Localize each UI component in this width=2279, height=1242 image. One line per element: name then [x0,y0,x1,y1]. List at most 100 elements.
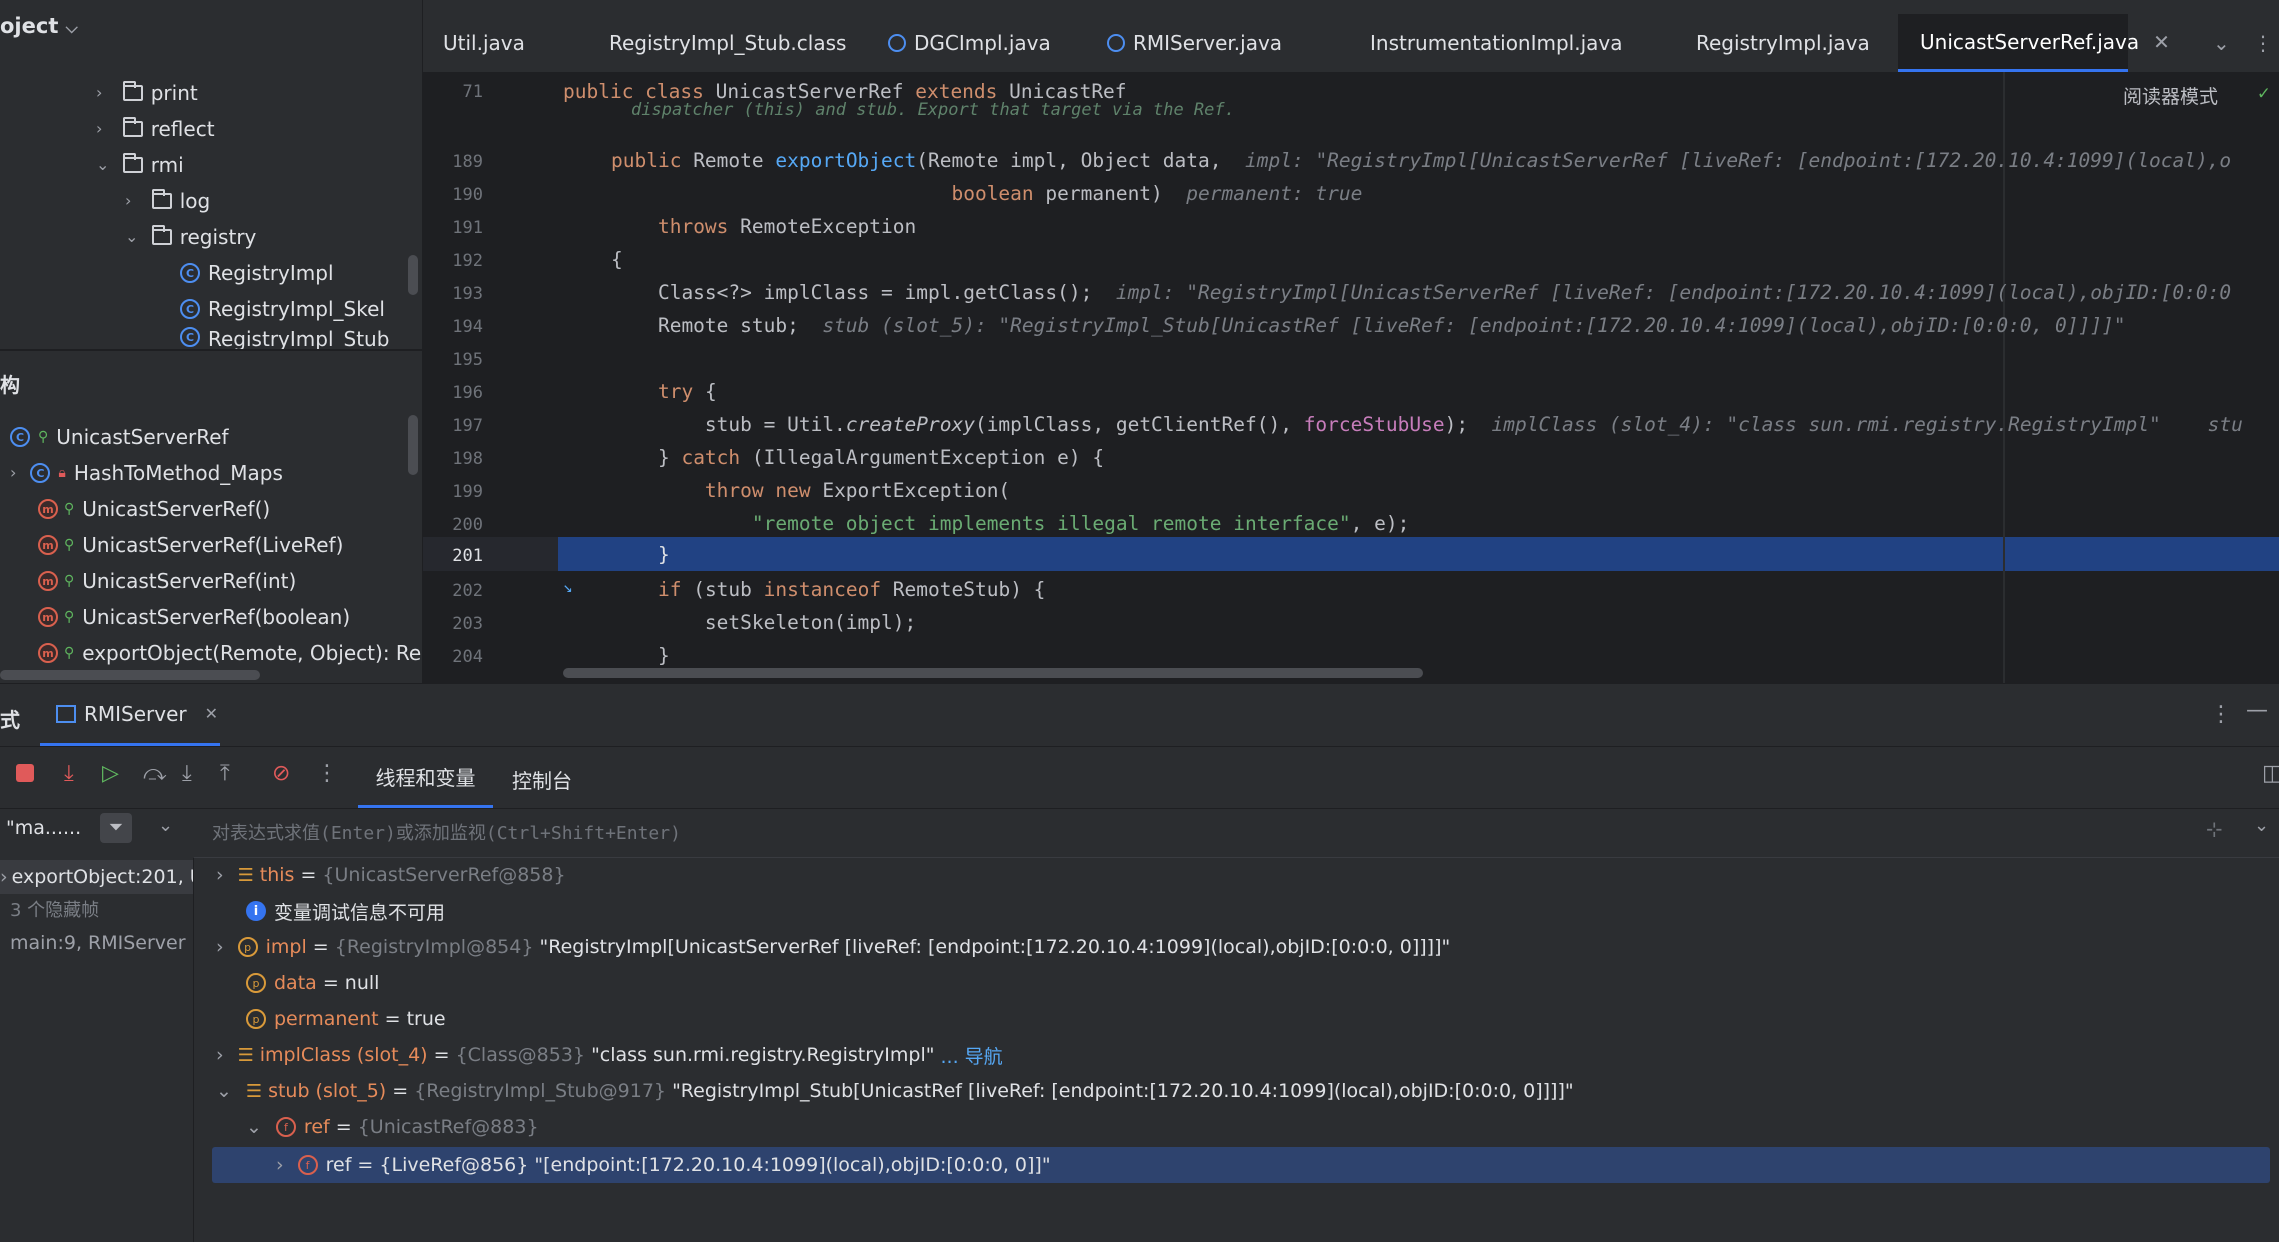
structure-item-method[interactable]: m ⚲ UnicastServerRef(int) [38,563,296,599]
frame-item[interactable]: main:9, RMIServer ( [10,932,193,954]
close-icon[interactable]: ✕ [2153,30,2170,54]
tree-item-registry[interactable]: ⌄ registry [125,219,256,255]
project-scrollbar[interactable] [408,255,418,295]
code-line[interactable]: stub = Util.createProxy(implClass, getCl… [611,413,2243,436]
structure-scrollbar[interactable] [408,415,418,475]
navigate-link[interactable]: ... 导航 [941,1042,1003,1069]
chevron-right-icon[interactable]: › [96,121,110,137]
code-line[interactable]: Remote stub; stub (slot_5): "RegistryImp… [611,314,2126,337]
tree-item-reflect[interactable]: › reflect [96,111,215,147]
chevron-right-icon[interactable]: › [216,936,224,958]
code-line[interactable]: throw new ExportException( [611,479,1010,502]
code-line[interactable]: { [611,248,623,271]
code-line[interactable]: } [611,644,670,667]
lock-icon: 🔒︎ [58,465,66,481]
variable-data[interactable]: p data = null [246,965,379,1001]
tab-instrumentationimpl[interactable]: InstrumentationImpl.java [1370,14,1623,72]
tree-item-registryimpl-skel[interactable]: C RegistryImpl_Skel [180,291,385,327]
code-line-current[interactable]: } [611,543,670,566]
close-icon[interactable]: ✕ [205,704,218,723]
chevron-right-icon[interactable]: › [10,465,24,481]
tree-item-rmi[interactable]: ⌄ rmi [96,147,184,183]
tab-threads-variables[interactable]: 线程和变量 [358,747,493,808]
structure-item-method[interactable]: m ⚲ UnicastServerRef(boolean) [38,599,350,635]
code-line[interactable]: "remote object implements illegal remote… [611,512,1409,535]
tree-item-print[interactable]: › print [96,75,198,111]
structure-hscrollbar[interactable] [0,670,260,680]
reader-mode-button[interactable]: 阅读器模式 [2123,82,2218,109]
chevron-down-icon[interactable]: ⌄ [96,157,110,173]
step-over-icon[interactable]: ⤼ [143,761,167,786]
stop-icon[interactable] [16,764,34,782]
step-out-icon[interactable]: ⤒ [220,761,230,786]
panel-splitter[interactable] [0,349,422,351]
tab-registryimpl[interactable]: RegistryImpl.java [1696,14,1870,72]
structure-item-method[interactable]: m ⚲ UnicastServerRef(LiveRef) [38,527,343,563]
structure-item-method[interactable]: m ⚲ exportObject(Remote, Object): Remo [38,635,422,671]
variable-permanent[interactable]: p permanent = true [246,1001,446,1037]
field-icon: f [297,1155,318,1175]
code-line[interactable]: public Remote exportObject(Remote impl, … [611,149,2231,172]
frame-item-selected[interactable]: › exportObject:201, U [0,860,193,894]
line-number: 204 [452,647,483,667]
variable-stub[interactable]: ⌄ ☰ stub (slot_5) = {RegistryImpl_Stub@917… [216,1073,1574,1109]
parameter-icon: p [246,973,266,993]
code-editor[interactable]: 71 public class UnicastServerRef extends… [423,72,2279,683]
tabs-dropdown-icon[interactable]: ⌄ [2213,14,2230,72]
filter-icon[interactable]: ⏷ [100,813,132,843]
add-watch-icon[interactable]: ⊹ [2206,817,2223,841]
code-line[interactable]: if (stub instanceof RemoteStub) { [611,578,1045,601]
variable-ref-liveref[interactable]: › f ref = {LiveRef@856} "[endpoint:[172.20… [276,1147,1051,1183]
mute-breakpoints-icon[interactable]: ⊘ [272,761,290,786]
structure-item-inner[interactable]: › C 🔒︎ HashToMethod_Maps [10,455,283,491]
thread-selector[interactable]: "ma...... ⏷ ⌄ [0,809,193,857]
code-line[interactable]: try { [611,380,717,403]
project-title[interactable]: oject ⌵ [0,14,78,76]
tab-util[interactable]: Util.java [423,14,553,72]
chevron-right-icon[interactable]: › [216,864,224,886]
chevron-down-icon[interactable]: ⌄ [125,229,139,245]
structure-item-method[interactable]: m ⚲ UnicastServerRef() [38,491,270,527]
code-line[interactable]: throws RemoteException [611,215,916,238]
eval-input[interactable]: 对表达式求值(Enter)或添加监视(Ctrl+Shift+Enter) ⊹ ⌄ [194,809,2279,858]
hidden-frames[interactable]: 3 个隐藏帧 [10,896,99,922]
more-icon[interactable]: ⋮ [316,761,338,786]
editor-hscrollbar[interactable] [563,668,1423,678]
tree-item-registryimpl[interactable]: C RegistryImpl [180,255,334,291]
step-cursor-icon: ↘ [563,577,573,596]
variable-implclass[interactable]: › ☰ implClass (slot_4) = {Class@853} "clas… [216,1037,1003,1073]
tree-item-log[interactable]: › log [125,183,210,219]
code-line[interactable]: boolean permanent) permanent: true [611,182,1362,205]
public-icon: ⚲ [64,573,75,589]
resume-icon[interactable]: ▷ [102,761,119,786]
layout-icon[interactable]: ◫ [2262,761,2279,786]
code-line[interactable]: } catch (IllegalArgumentException e) { [611,446,1104,469]
rerun-icon[interactable]: ⤓ [64,761,74,786]
chevron-down-icon[interactable]: ⌄ [158,815,173,836]
chevron-down-icon[interactable]: ⌄ [2254,815,2269,836]
folder-icon [122,81,143,101]
chevron-down-icon[interactable]: ⌄ [246,1116,262,1138]
code-line[interactable]: Class<?> implClass = impl.getClass(); im… [611,281,2231,304]
tab-dgcimpl[interactable]: DGCImpl.java [888,14,1051,72]
chevron-down-icon[interactable]: ⌄ [216,1080,232,1102]
tab-registryimpl-stub[interactable]: RegistryImpl_Stub.class [609,14,846,72]
tab-rmiserver[interactable]: RMIServer.java [1107,14,1282,72]
minimize-icon[interactable]: — [2246,698,2268,723]
session-tab-rmiserver[interactable]: RMIServer ✕ [40,684,220,746]
tree-item-registryimpl-stub[interactable]: C RegistryImpl_Stub [180,327,389,349]
step-into-icon[interactable]: ⤓ [182,761,192,786]
tab-unicastserverref[interactable]: UnicastServerRef.java ✕ [1898,14,2170,72]
chevron-right-icon[interactable]: › [125,193,139,209]
chevron-right-icon[interactable]: › [216,1044,224,1066]
more-icon[interactable]: ⋮ [2253,14,2273,72]
chevron-right-icon[interactable]: › [276,1154,284,1176]
variable-this[interactable]: › ☰ this = {UnicastServerRef@858} [216,857,566,893]
structure-item-class[interactable]: C ⚲ UnicastServerRef [10,419,229,455]
more-icon[interactable]: ⋮ [2210,702,2232,727]
code-line[interactable]: setSkeleton(impl); [611,611,916,634]
chevron-right-icon[interactable]: › [96,85,110,101]
tab-console[interactable]: 控制台 [512,765,572,794]
variable-impl[interactable]: › p impl = {RegistryImpl@854} "RegistryImp… [216,929,1450,965]
variable-ref[interactable]: ⌄ f ref = {UnicastRef@883} [246,1109,539,1145]
